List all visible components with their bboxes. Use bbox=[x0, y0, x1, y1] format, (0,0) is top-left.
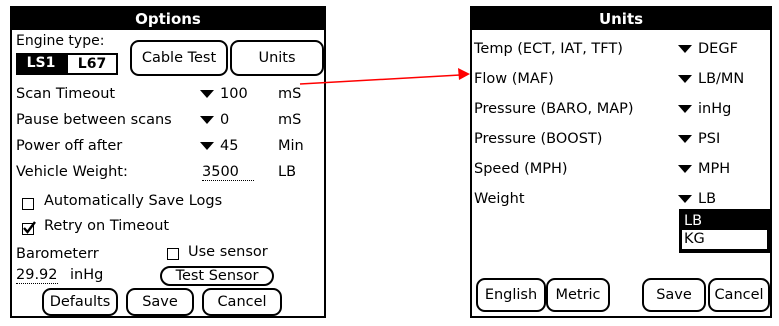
units-row-label: Weight bbox=[474, 191, 525, 207]
auto-save-logs-label: Automatically Save Logs bbox=[44, 193, 223, 209]
options-cancel-button[interactable]: Cancel bbox=[202, 288, 282, 316]
units-row-value: PSI bbox=[698, 131, 721, 147]
use-sensor-label: Use sensor bbox=[188, 244, 268, 260]
units-row-select[interactable]: MPH bbox=[678, 161, 730, 177]
scan-timeout-select[interactable]: 100 bbox=[200, 86, 248, 102]
engine-type-label: Engine type: bbox=[16, 33, 105, 49]
power-off-select[interactable]: 45 bbox=[200, 138, 238, 154]
units-row-select[interactable]: LB/MN bbox=[678, 71, 744, 87]
vehicle-weight-unit: LB bbox=[278, 164, 297, 180]
units-button[interactable]: Units bbox=[230, 40, 324, 76]
cable-test-button[interactable]: Cable Test bbox=[130, 40, 228, 76]
test-sensor-button[interactable]: Test Sensor bbox=[160, 266, 274, 286]
auto-save-logs-checkbox[interactable] bbox=[22, 198, 34, 210]
chevron-down-icon bbox=[678, 75, 692, 83]
units-row-select[interactable]: LB bbox=[678, 191, 716, 207]
pause-unit: mS bbox=[278, 112, 302, 128]
scan-timeout-unit: mS bbox=[278, 86, 302, 102]
units-title: Units bbox=[472, 8, 770, 30]
pause-label: Pause between scans bbox=[16, 112, 172, 128]
power-off-label: Power off after bbox=[16, 138, 123, 154]
chevron-down-icon bbox=[200, 90, 214, 98]
english-button[interactable]: English bbox=[476, 278, 546, 312]
checkmark-icon bbox=[23, 221, 36, 234]
chevron-down-icon bbox=[678, 135, 692, 143]
units-cancel-button[interactable]: Cancel bbox=[708, 278, 770, 312]
units-row-label: Flow (MAF) bbox=[474, 71, 554, 87]
units-save-button[interactable]: Save bbox=[642, 278, 706, 312]
chevron-down-icon bbox=[678, 105, 692, 113]
barometer-value-input[interactable]: 29.92 bbox=[16, 267, 58, 284]
units-row-value: LB/MN bbox=[698, 71, 745, 87]
scan-timeout-label: Scan Timeout bbox=[16, 86, 116, 102]
vehicle-weight-input[interactable]: 3500 bbox=[202, 164, 254, 181]
chevron-down-icon bbox=[200, 142, 214, 150]
units-row-select[interactable]: PSI bbox=[678, 131, 720, 147]
use-sensor-checkbox[interactable] bbox=[167, 248, 179, 260]
units-row-value: inHg bbox=[698, 101, 732, 117]
chevron-down-icon bbox=[678, 45, 692, 53]
units-screen: Units Temp (ECT, IAT, TFT) DEGF Flow (MA… bbox=[470, 6, 772, 318]
options-save-button[interactable]: Save bbox=[126, 288, 194, 316]
units-row-value: DEGF bbox=[698, 41, 738, 57]
units-row-label: Pressure (BOOST) bbox=[474, 131, 603, 147]
units-row-value: LB bbox=[698, 191, 717, 207]
options-title: Options bbox=[12, 8, 324, 30]
weight-option-kg[interactable]: KG bbox=[682, 230, 767, 248]
defaults-button[interactable]: Defaults bbox=[42, 288, 118, 316]
units-row-label: Speed (MPH) bbox=[474, 161, 568, 177]
retry-on-timeout-label: Retry on Timeout bbox=[44, 218, 170, 234]
power-off-value: 45 bbox=[220, 138, 239, 154]
barometer-label: Barometerr bbox=[16, 246, 99, 262]
power-off-unit: Min bbox=[278, 138, 304, 154]
units-row-value: MPH bbox=[698, 161, 731, 177]
engine-type-ls1[interactable]: LS1 bbox=[16, 53, 66, 75]
engine-type-l67[interactable]: L67 bbox=[66, 53, 118, 75]
units-row-select[interactable]: DEGF bbox=[678, 41, 738, 57]
options-screen: Options Engine type: LS1 L67 Cable Test … bbox=[10, 6, 326, 318]
units-row-label: Pressure (BARO, MAP) bbox=[474, 101, 634, 117]
scan-timeout-value: 100 bbox=[220, 86, 248, 102]
barometer-unit: inHg bbox=[70, 267, 104, 283]
chevron-down-icon bbox=[678, 195, 692, 203]
metric-button[interactable]: Metric bbox=[546, 278, 610, 312]
weight-option-lb[interactable]: LB bbox=[682, 212, 767, 230]
units-row-label: Temp (ECT, IAT, TFT) bbox=[474, 41, 623, 57]
pause-select[interactable]: 0 bbox=[200, 112, 229, 128]
retry-on-timeout-checkbox[interactable] bbox=[22, 221, 36, 235]
units-row-select[interactable]: inHg bbox=[678, 101, 731, 117]
chevron-down-icon bbox=[678, 165, 692, 173]
chevron-down-icon bbox=[200, 116, 214, 124]
pause-value: 0 bbox=[220, 112, 230, 128]
vehicle-weight-label: Vehicle Weight: bbox=[16, 164, 128, 180]
weight-dropdown-list: LB KG bbox=[679, 209, 771, 253]
